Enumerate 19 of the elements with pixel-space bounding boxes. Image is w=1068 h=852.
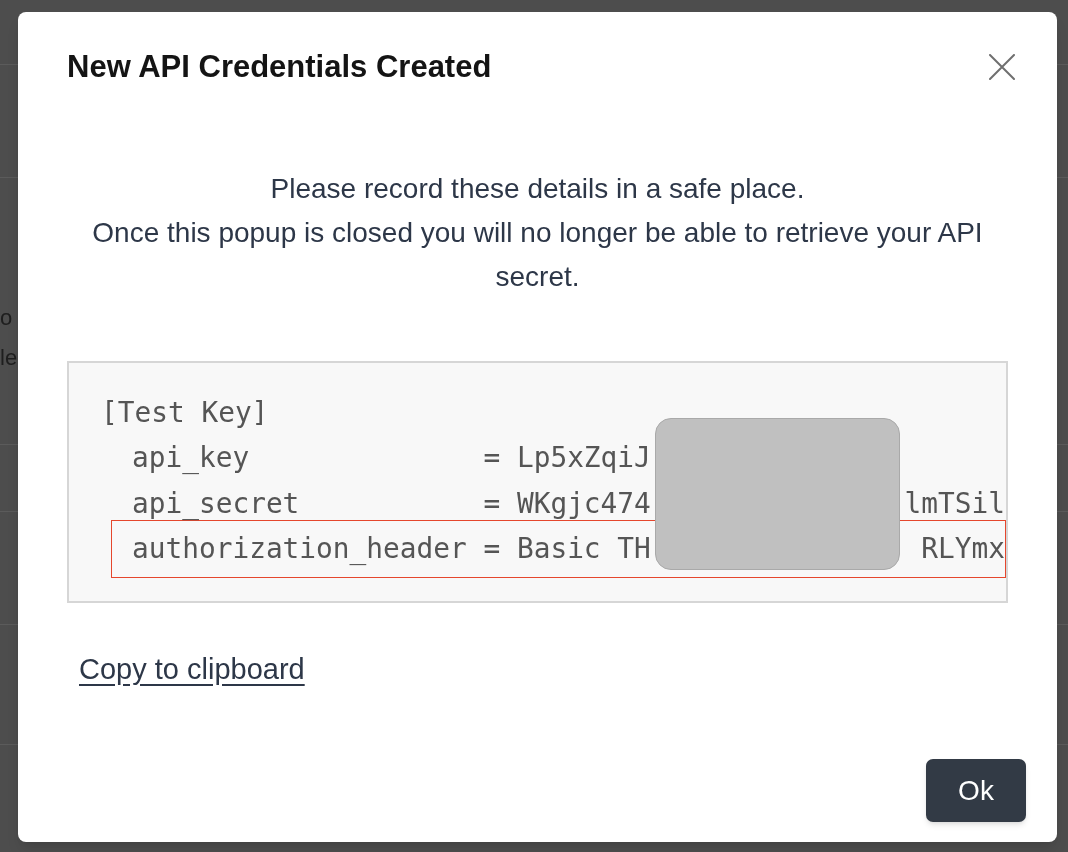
value-text: Lp5xZqiJ	[516, 440, 651, 476]
key-text: api_secret	[132, 486, 300, 522]
equals-sign: =	[483, 486, 501, 522]
equals-sign: =	[483, 531, 501, 567]
message-text: Please record these details in a safe place.	[270, 172, 805, 206]
close-icon	[989, 54, 1015, 80]
value-text: lmTSil	[904, 486, 1005, 522]
value-text: RLYmx	[921, 531, 1005, 567]
value-text: Basic TH	[516, 531, 651, 567]
message-text: Once this popup is closed you will no longer be able to retrieve your API secret.	[91, 216, 984, 294]
section-header-text: [Test Key]	[101, 395, 269, 431]
ok-button[interactable]: Ok	[926, 759, 1026, 822]
close-button[interactable]	[989, 54, 1015, 80]
copy-link[interactable]: Copy to clipboard	[79, 654, 305, 684]
key-text: api_key	[132, 440, 250, 476]
dialog-title: New API Credentials Created	[67, 49, 492, 85]
equals-sign: =	[483, 440, 501, 476]
key-text: authorization_header	[132, 531, 467, 567]
value-text: WKgjc474	[516, 486, 651, 522]
